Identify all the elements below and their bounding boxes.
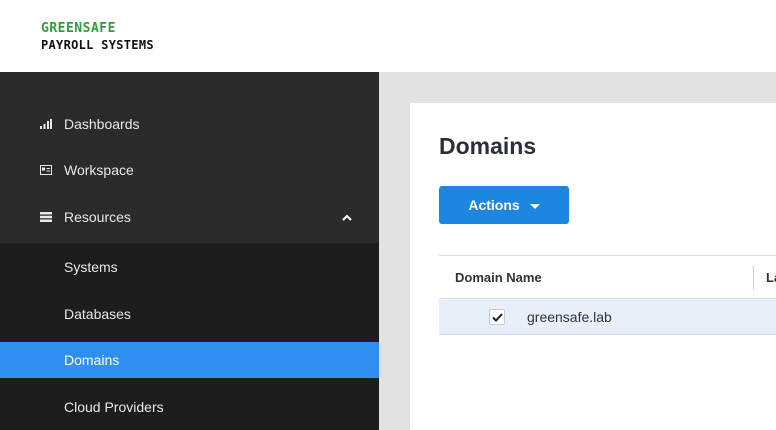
sidebar-item-domains[interactable]: Domains	[0, 342, 379, 378]
sidebar-item-cloud-providers[interactable]: Cloud Providers	[0, 384, 379, 430]
sidebar-item-workspace[interactable]: Workspace	[0, 150, 379, 190]
sidebar-item-label: Domains	[64, 352, 120, 368]
row-checkbox[interactable]	[489, 309, 505, 325]
brand-name: GREENSAFE	[41, 21, 116, 36]
sidebar: Dashboards Workspace Resources Systems D…	[0, 72, 379, 430]
sidebar-item-databases[interactable]: Databases	[0, 291, 379, 337]
main-panel: Domains Actions Domain Name La greensafe…	[410, 103, 776, 430]
table-row[interactable]: greensafe.lab	[439, 299, 776, 335]
brand-tagline: PAYROLL SYSTEMS	[41, 38, 154, 52]
sidebar-item-label: Cloud Providers	[64, 399, 164, 415]
card-icon	[40, 164, 52, 176]
chevron-up-icon[interactable]	[342, 212, 352, 222]
list-icon	[40, 211, 52, 223]
actions-button[interactable]: Actions	[439, 186, 569, 224]
checkmark-icon	[491, 312, 503, 322]
actions-button-label: Actions	[468, 197, 520, 213]
domain-name-cell: greensafe.lab	[527, 309, 612, 325]
column-header-last[interactable]: La	[766, 270, 776, 285]
sidebar-item-label: Databases	[64, 306, 131, 322]
sidebar-item-resources[interactable]: Resources	[0, 197, 379, 237]
column-divider[interactable]	[753, 266, 754, 290]
sidebar-item-label: Workspace	[64, 162, 134, 178]
brand-logo[interactable]: GREENSAFE PAYROLL SYSTEMS	[41, 21, 154, 53]
resources-submenu: Systems Databases Domains Cloud Provider…	[0, 243, 379, 430]
caret-down-icon	[529, 203, 540, 209]
page-title: Domains	[439, 133, 537, 159]
sidebar-item-label: Resources	[64, 209, 131, 225]
top-bar: GREENSAFE PAYROLL SYSTEMS	[0, 0, 776, 72]
table-header: Domain Name La	[439, 255, 776, 299]
sidebar-item-systems[interactable]: Systems	[0, 243, 379, 291]
sidebar-item-label: Systems	[64, 259, 118, 275]
sidebar-item-dashboards[interactable]: Dashboards	[0, 104, 379, 144]
domains-table: Domain Name La greensafe.lab	[439, 255, 776, 335]
bar-chart-icon	[40, 118, 52, 130]
column-header-domain-name[interactable]: Domain Name	[455, 270, 542, 285]
sidebar-item-label: Dashboards	[64, 116, 140, 132]
